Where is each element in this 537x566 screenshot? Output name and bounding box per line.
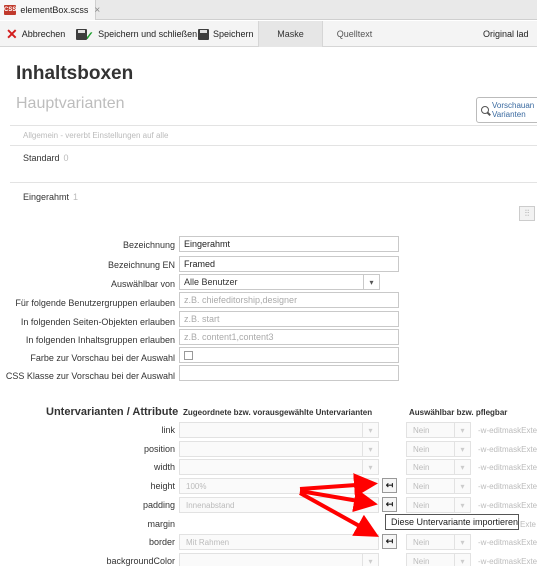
arrow-to-height-import [299,473,378,498]
annotation-arrows [299,473,379,537]
import-tooltip: Diese Untervariante importieren [385,514,519,530]
